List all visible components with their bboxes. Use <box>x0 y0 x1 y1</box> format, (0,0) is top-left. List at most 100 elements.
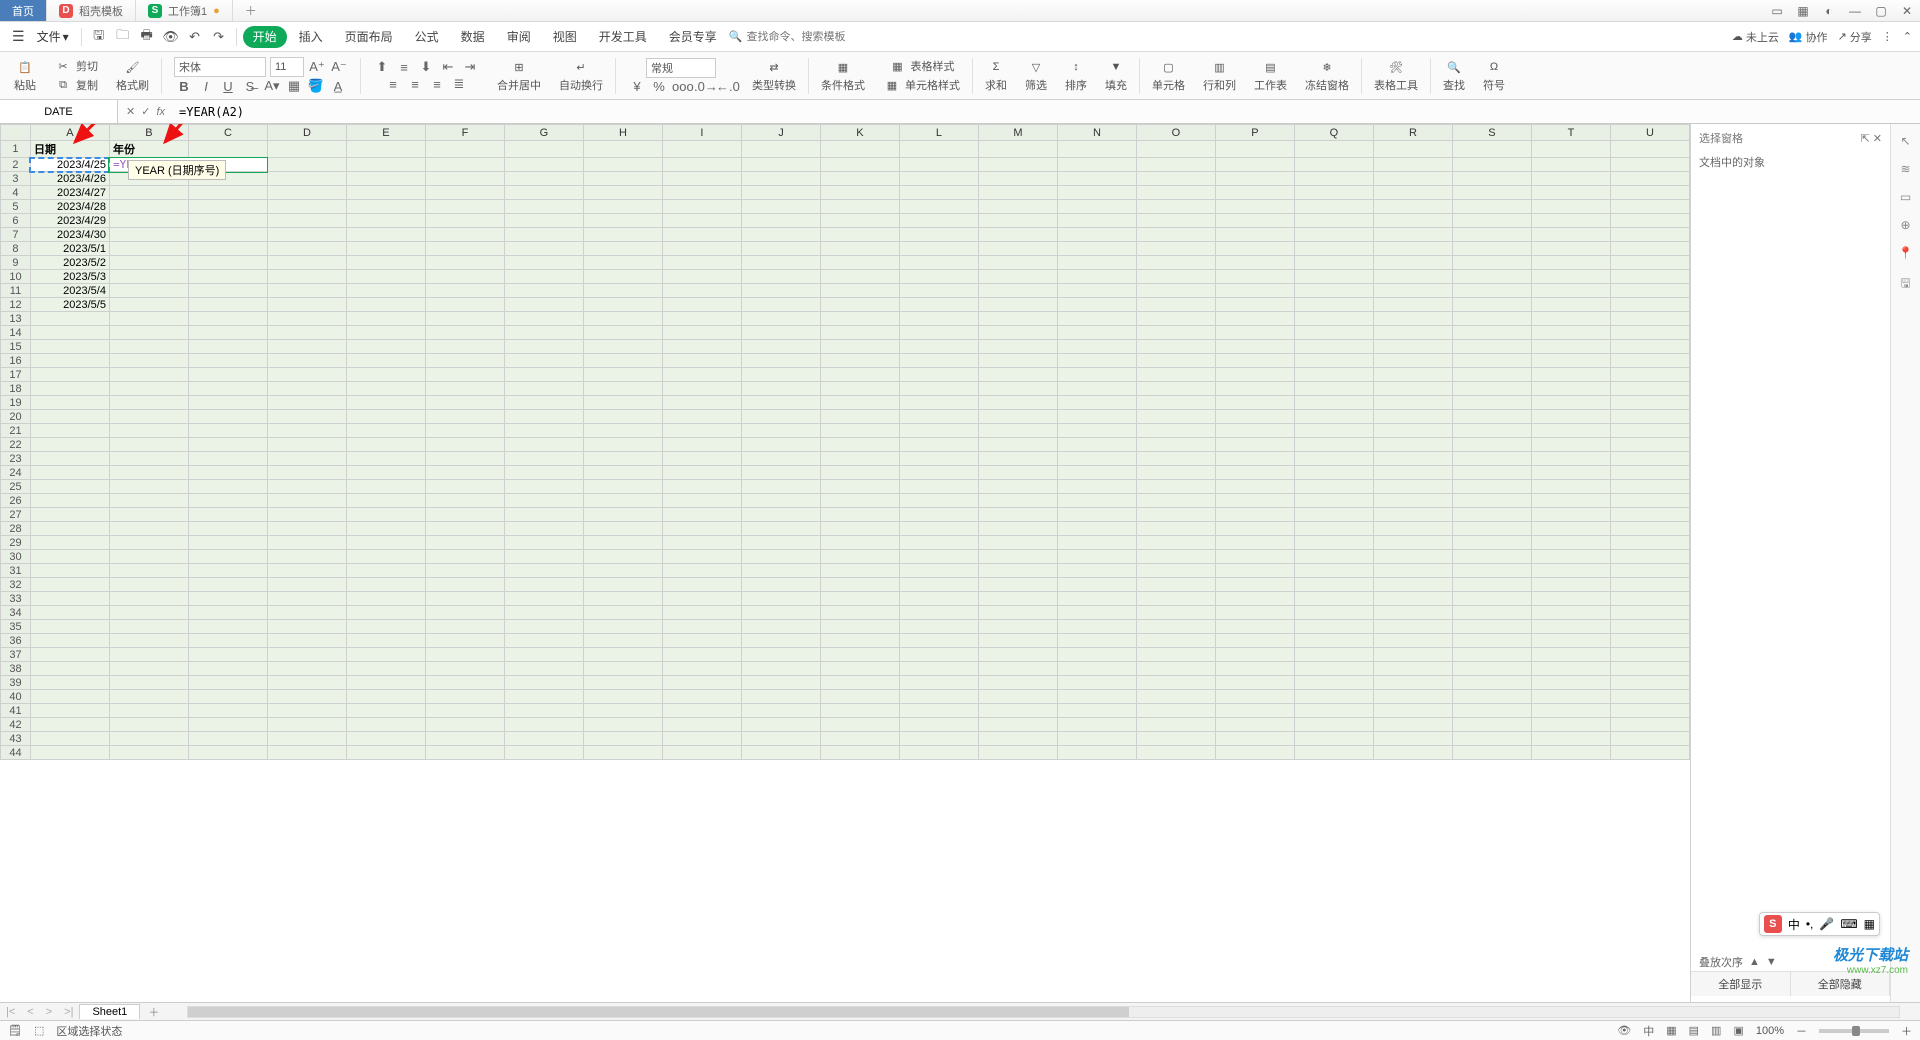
cell[interactable] <box>1294 564 1373 578</box>
cell[interactable] <box>1057 172 1136 186</box>
cell[interactable] <box>899 480 978 494</box>
cell[interactable] <box>899 592 978 606</box>
row-header[interactable]: 11 <box>1 284 31 298</box>
row-header[interactable]: 16 <box>1 354 31 368</box>
row-header[interactable]: 4 <box>1 186 31 200</box>
cell[interactable] <box>1294 438 1373 452</box>
cell[interactable] <box>109 592 188 606</box>
cell[interactable] <box>346 256 425 270</box>
cell[interactable] <box>1452 536 1531 550</box>
view-eye-icon[interactable]: 👁 <box>1617 1024 1631 1037</box>
indent-inc-icon[interactable]: ⇥ <box>461 59 479 75</box>
cell[interactable] <box>899 732 978 746</box>
add-tab-button[interactable]: ＋ <box>233 0 269 21</box>
tab-review[interactable]: 审阅 <box>497 22 541 51</box>
side-link-icon[interactable]: ⊕ <box>1900 218 1910 232</box>
cell[interactable] <box>504 494 583 508</box>
row-header[interactable]: 36 <box>1 634 31 648</box>
cell[interactable] <box>1057 438 1136 452</box>
cell[interactable] <box>109 186 188 200</box>
cell[interactable] <box>425 284 504 298</box>
cell[interactable] <box>1373 340 1452 354</box>
col-header[interactable]: F <box>425 125 504 141</box>
align-bot-icon[interactable]: ⬇ <box>417 59 435 75</box>
cell[interactable] <box>1373 256 1452 270</box>
cell[interactable] <box>1294 214 1373 228</box>
cell[interactable] <box>741 620 820 634</box>
cell[interactable] <box>1215 606 1294 620</box>
cell[interactable] <box>1531 270 1610 284</box>
cell[interactable] <box>1373 690 1452 704</box>
side-style-icon[interactable]: ≋ <box>1900 162 1910 176</box>
cell[interactable] <box>662 578 741 592</box>
cell[interactable] <box>346 620 425 634</box>
cell[interactable] <box>1610 228 1689 242</box>
row-header[interactable]: 1 <box>1 141 31 158</box>
cell[interactable] <box>741 270 820 284</box>
cell[interactable] <box>188 340 267 354</box>
cell[interactable] <box>267 620 346 634</box>
cell[interactable] <box>1531 438 1610 452</box>
maximize-button[interactable]: ▢ <box>1868 0 1894 22</box>
sum-button[interactable]: Σ求和 <box>979 52 1013 99</box>
cell[interactable] <box>741 746 820 760</box>
cell[interactable] <box>1452 606 1531 620</box>
cell[interactable] <box>1452 340 1531 354</box>
cell[interactable] <box>1373 270 1452 284</box>
cell[interactable] <box>346 732 425 746</box>
cell[interactable] <box>1531 718 1610 732</box>
cell[interactable] <box>1057 662 1136 676</box>
cell[interactable] <box>425 704 504 718</box>
cell[interactable] <box>1215 508 1294 522</box>
cell[interactable] <box>978 662 1057 676</box>
cell[interactable] <box>1531 732 1610 746</box>
cell[interactable] <box>1215 466 1294 480</box>
cell[interactable] <box>978 270 1057 284</box>
cell[interactable] <box>1294 494 1373 508</box>
cell[interactable] <box>346 396 425 410</box>
cell[interactable] <box>583 284 662 298</box>
cell[interactable] <box>1215 718 1294 732</box>
show-all-button[interactable]: 全部显示 <box>1691 972 1791 996</box>
cell[interactable] <box>1057 214 1136 228</box>
row-header[interactable]: 12 <box>1 298 31 312</box>
cell[interactable] <box>1136 592 1215 606</box>
tab-templates[interactable]: D稻壳模板 <box>47 0 136 21</box>
cell[interactable] <box>899 648 978 662</box>
cell[interactable] <box>978 158 1057 172</box>
cell[interactable] <box>741 466 820 480</box>
cell[interactable] <box>109 746 188 760</box>
cell[interactable] <box>1057 298 1136 312</box>
hamburger-icon[interactable]: ☰ <box>8 28 29 45</box>
cell[interactable] <box>109 480 188 494</box>
cell[interactable] <box>109 718 188 732</box>
cell[interactable] <box>1294 228 1373 242</box>
collab-button[interactable]: 👥协作 <box>1789 29 1828 45</box>
cell[interactable] <box>1452 564 1531 578</box>
cell[interactable] <box>899 298 978 312</box>
dec-inc-icon[interactable]: .0→ <box>694 79 712 94</box>
cell[interactable] <box>899 424 978 438</box>
cell[interactable] <box>1373 200 1452 214</box>
cell[interactable] <box>188 424 267 438</box>
cell[interactable] <box>109 578 188 592</box>
cell[interactable] <box>1215 634 1294 648</box>
cell[interactable] <box>346 200 425 214</box>
cell[interactable] <box>1610 172 1689 186</box>
cell[interactable] <box>1531 522 1610 536</box>
cell[interactable] <box>346 340 425 354</box>
cell[interactable] <box>346 228 425 242</box>
cell[interactable] <box>1610 648 1689 662</box>
cell[interactable] <box>504 284 583 298</box>
cell[interactable] <box>425 214 504 228</box>
cell[interactable] <box>504 438 583 452</box>
cell[interactable] <box>109 270 188 284</box>
hide-all-button[interactable]: 全部隐藏 <box>1791 972 1891 996</box>
cell[interactable] <box>1136 564 1215 578</box>
cell[interactable] <box>978 410 1057 424</box>
cell[interactable] <box>1215 396 1294 410</box>
cell[interactable] <box>504 326 583 340</box>
cell[interactable] <box>109 648 188 662</box>
cell[interactable] <box>1610 508 1689 522</box>
cell[interactable] <box>1452 298 1531 312</box>
